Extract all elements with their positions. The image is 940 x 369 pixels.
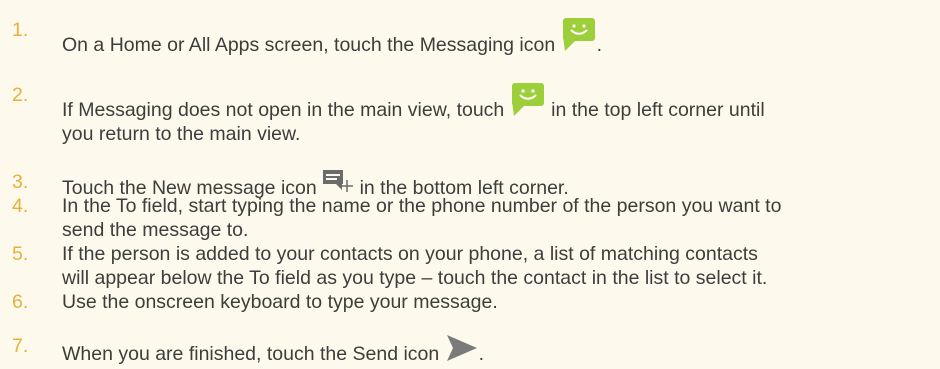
step-text: If Messaging does not open in the main v…: [62, 83, 936, 122]
step-number: 5.: [12, 243, 29, 265]
step-2: 2. If Messaging does not open in the mai…: [0, 83, 936, 146]
step-number: 7.: [12, 335, 29, 357]
step-number: 2.: [12, 84, 29, 106]
step-6: 6. Use the onscreen keyboard to type you…: [0, 290, 936, 314]
step-text: If the person is added to your contacts …: [62, 243, 758, 265]
step-text: Use the onscreen keyboard to type your m…: [62, 291, 498, 313]
messaging-smiley-icon: [510, 83, 546, 119]
step-7: 7. When you are finished, touch the Send…: [0, 334, 936, 366]
step-number: 4.: [12, 195, 29, 217]
step-text-line2: you return to the main view.: [62, 123, 301, 145]
step-number: 6.: [12, 291, 29, 313]
messaging-smiley-icon: [561, 18, 597, 54]
step-text-after: .: [596, 34, 603, 56]
step-text-before: On a Home or All Apps screen, touch the …: [62, 34, 556, 56]
send-arrow-icon: [445, 334, 479, 362]
step-4: 4. In the To field, start typing the nam…: [0, 194, 936, 242]
step-5: 5. If the person is added to your contac…: [0, 242, 936, 290]
step-text-before: When you are finished, touch the Send ic…: [62, 343, 440, 365]
step-number: 3.: [12, 171, 29, 193]
step-text: When you are finished, touch the Send ic…: [62, 334, 936, 366]
step-text: On a Home or All Apps screen, touch the …: [62, 18, 936, 57]
step-text-after: in the top left corner until: [551, 99, 765, 121]
step-number: 1.: [12, 19, 29, 41]
step-text-line2: send the message to.: [62, 219, 249, 241]
step-text-line2: will appear below the To field as you ty…: [62, 267, 768, 289]
new-message-plus-icon: [322, 170, 354, 194]
step-text-after: .: [478, 343, 485, 365]
step-1: 1. On a Home or All Apps screen, touch t…: [0, 18, 936, 57]
step-text: In the To field, start typing the name o…: [62, 195, 782, 217]
step-text-before: If Messaging does not open in the main v…: [62, 99, 505, 121]
instruction-steps: 1. On a Home or All Apps screen, touch t…: [0, 0, 940, 369]
